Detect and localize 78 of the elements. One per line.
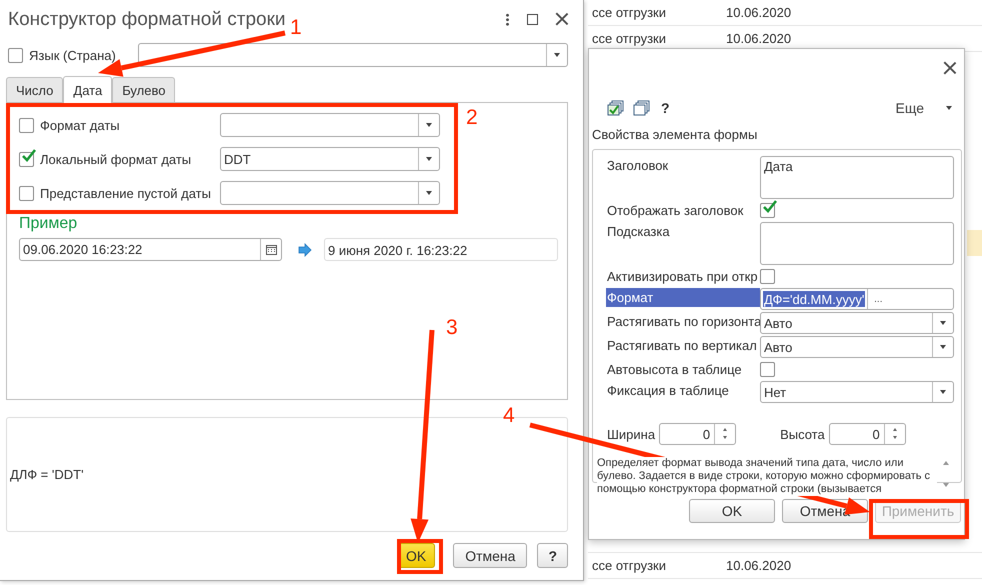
caret-icon	[554, 53, 560, 57]
text-area[interactable]: Дата	[760, 156, 954, 199]
section-title: Пример	[19, 215, 78, 234]
format-string-text: ДЛФ = 'DDT'	[10, 467, 84, 482]
checkbox[interactable]	[760, 203, 775, 218]
property-label[interactable]: Подсказка	[606, 222, 760, 241]
checkbox[interactable]	[760, 269, 775, 284]
selected-row-highlight	[967, 230, 982, 256]
dropdown-field[interactable]: Авто	[760, 336, 954, 358]
dialog-button[interactable]: OK	[689, 499, 775, 523]
table-cell-text: ссе отгрузки	[591, 5, 667, 20]
caret-icon	[940, 345, 946, 349]
maximize-icon[interactable]	[527, 14, 538, 24]
checkbox-label: Формат даты	[39, 118, 121, 132]
checkbox[interactable]	[760, 362, 775, 377]
dropdown-field[interactable]: Авто	[760, 312, 954, 334]
checked-windows-icon[interactable]	[607, 100, 625, 116]
scroll-arrows-icon[interactable]	[943, 459, 951, 489]
field-label: Ширина	[607, 426, 656, 442]
caret-icon	[940, 321, 946, 325]
property-label[interactable]: Активизировать при откр	[606, 267, 760, 286]
checkbox[interactable]	[19, 186, 34, 200]
checkbox-label: Представление пустой даты	[39, 186, 212, 200]
table-cell: 10.06.2020	[726, 5, 792, 20]
description-text: Определяет формат вывода значений типа дата, число или булево. Задается в виде строки, которую можно сформировать с помощью конструктора форматной строки (вызывается	[597, 457, 937, 496]
result-field: 9 июня 2020 г. 16:23:22	[324, 238, 558, 261]
property-label[interactable]: Растягивать по вертикал	[606, 336, 760, 355]
caret-icon	[940, 390, 946, 394]
dialog-button[interactable]: Отмена	[453, 543, 528, 568]
property-label[interactable]: Растягивать по горизонта	[606, 312, 760, 331]
tab[interactable]: Дата	[63, 76, 112, 103]
text-area[interactable]	[760, 222, 954, 265]
close-icon[interactable]	[556, 13, 568, 25]
dropdown-field[interactable]: Нет	[760, 381, 954, 403]
windows-icon[interactable]	[633, 100, 651, 116]
table-cell-text: ссе отгрузки	[591, 558, 667, 573]
step-number: 2	[466, 106, 478, 130]
section-title: Свойства элемента формы	[591, 126, 758, 144]
help-button[interactable]: ?	[659, 100, 672, 116]
property-label[interactable]: Заголовок	[606, 156, 760, 175]
tab[interactable]: Булево	[112, 77, 176, 102]
checkbox[interactable]	[8, 48, 23, 62]
more-menu-button[interactable]: Еще	[896, 100, 952, 116]
caret-icon	[946, 106, 952, 110]
property-label[interactable]: Фиксация в таблице	[606, 381, 760, 400]
more-vertical-icon[interactable]	[506, 12, 509, 26]
field-label: Высота	[780, 426, 825, 442]
checkbox-label: Язык (Страна)	[29, 48, 117, 62]
format-field[interactable]: ДФ='dd.MM.yyyy' ...	[760, 288, 954, 310]
number-field[interactable]: 0	[659, 423, 736, 445]
table-cell: 10.06.2020	[726, 558, 792, 573]
highlight-frame	[397, 539, 443, 574]
property-label[interactable]: Формат	[606, 288, 760, 307]
calendar-icon[interactable]	[266, 244, 276, 255]
caret-icon	[426, 123, 432, 127]
tab[interactable]: Число	[6, 77, 64, 102]
property-label[interactable]: Отображать заголовок	[606, 201, 760, 220]
step-number: 4	[503, 404, 515, 428]
table-cell-text: ссе отгрузки	[591, 31, 667, 46]
caret-icon	[426, 191, 432, 195]
date-field[interactable]: 09.06.2020 16:23:22	[19, 238, 282, 261]
right-arrow-icon	[298, 242, 312, 256]
help-button[interactable]: ?	[537, 543, 568, 568]
step-number: 1	[290, 16, 302, 40]
window-title: Конструктор форматной строки	[8, 8, 286, 31]
checkbox[interactable]	[19, 118, 34, 132]
checkbox[interactable]	[19, 152, 34, 166]
checkbox-label: Локальный формат даты	[39, 152, 192, 166]
number-field[interactable]: 0	[828, 423, 906, 445]
step-number: 3	[446, 316, 458, 340]
table-cell: 10.06.2020	[726, 31, 792, 46]
close-icon[interactable]	[944, 62, 956, 74]
dropdown-field[interactable]	[220, 113, 440, 137]
dropdown-field[interactable]	[220, 181, 440, 205]
dropdown-field[interactable]	[138, 43, 568, 67]
property-label[interactable]: Автовысота в таблице	[606, 360, 760, 379]
dropdown-field[interactable]: DDT	[220, 147, 440, 171]
caret-icon	[426, 157, 432, 161]
